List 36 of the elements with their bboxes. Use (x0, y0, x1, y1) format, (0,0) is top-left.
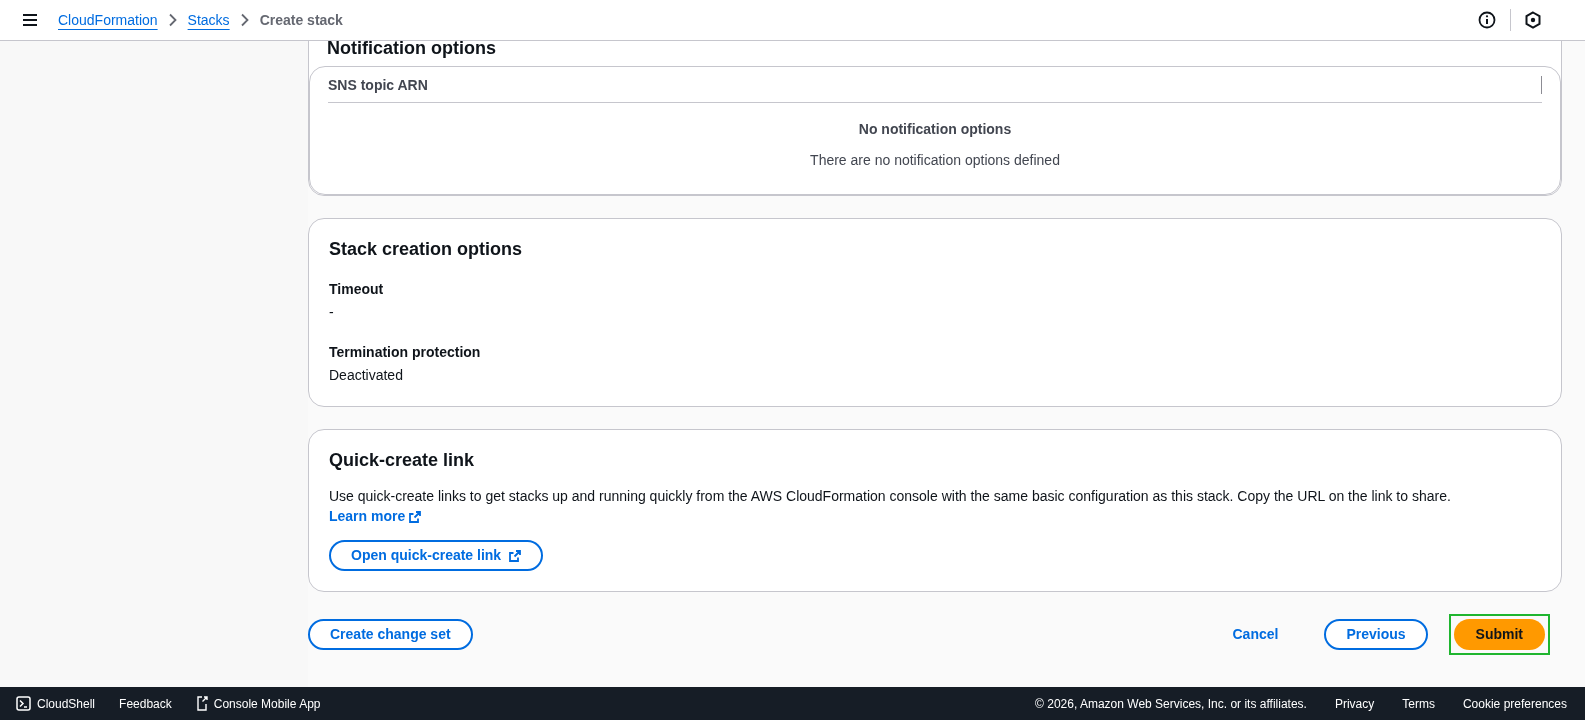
chevron-icon (167, 13, 178, 27)
action-button[interactable]: Create change set (308, 619, 473, 650)
copyright-text: © 2026, Amazon Web Services, Inc. or its affiliates. (1035, 695, 1307, 713)
breadcrumb-current: Create stack (259, 10, 343, 30)
field-value: Deactivated (329, 366, 404, 385)
breadcrumb-link[interactable]: CloudFormation (58, 9, 158, 31)
menu-icon[interactable] (22, 13, 38, 27)
section-title: Stack creation options (329, 238, 524, 261)
external-link-icon (509, 549, 522, 562)
open-quick-create-button[interactable]: Open quick-create link (329, 540, 544, 571)
info-icon[interactable] (1478, 11, 1496, 29)
footer-link[interactable]: Terms (1402, 694, 1435, 713)
cancel-link[interactable]: Cancel (1228, 619, 1283, 650)
action-button[interactable]: Previous (1324, 619, 1428, 650)
section-title: Notification options (326, 41, 497, 60)
external-link-icon (409, 511, 422, 524)
chevron-icon (239, 13, 250, 27)
section-title: Quick-create link (329, 449, 476, 472)
empty-state-title: No notification options (858, 120, 1012, 139)
column-header: SNS topic ARN (328, 76, 428, 95)
hexagon-icon[interactable] (1525, 11, 1541, 29)
phone-icon (195, 696, 208, 711)
footer-link[interactable]: Feedback (119, 694, 172, 713)
field-label: Timeout (329, 280, 385, 299)
description-text: Use quick-create links to get stacks up and running quickly from the AWS CloudFormation console with the same basic configuration as this stack. Copy the URL on the link to share. Learn more (329, 487, 1452, 526)
empty-state-text: There are no notification options defined (810, 151, 1060, 170)
learn-more-link[interactable]: Learn more (329, 508, 422, 524)
footer-link[interactable]: Console Mobile App (195, 694, 321, 713)
action-button[interactable]: Submit (1453, 619, 1545, 650)
footer-link[interactable]: Privacy (1334, 694, 1375, 713)
field-value: - (329, 303, 335, 322)
breadcrumb-link[interactable]: Stacks (187, 9, 230, 31)
footer-link[interactable]: Cookie preferences (1462, 694, 1567, 713)
footer-link[interactable]: CloudShell (16, 694, 96, 713)
terminal-icon (16, 696, 31, 711)
field-label: Termination protection (329, 343, 482, 362)
